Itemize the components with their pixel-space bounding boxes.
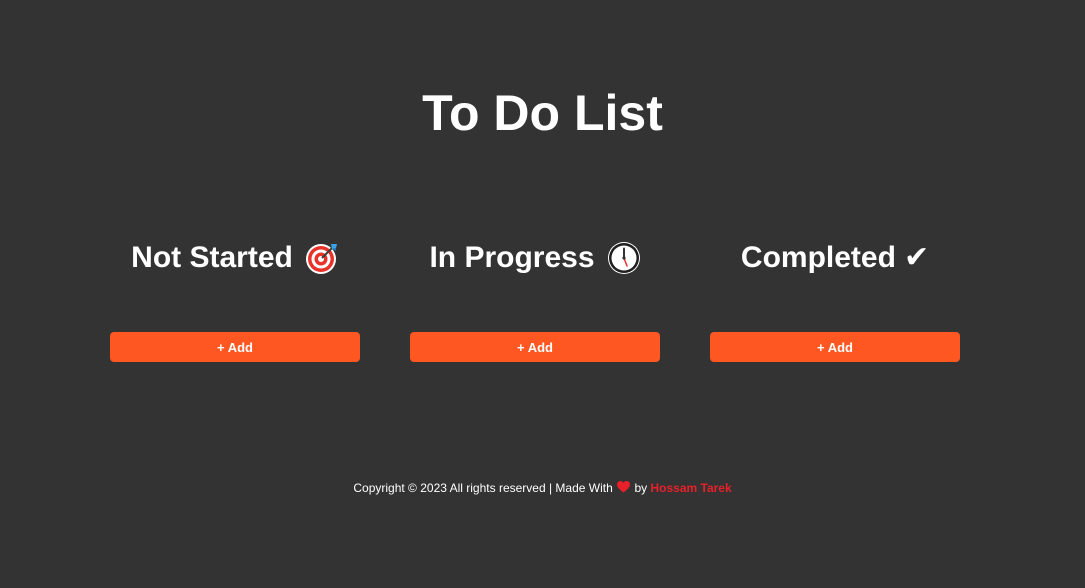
heart-icon <box>617 480 631 493</box>
column-not-started: Not Started + Add <box>110 236 360 366</box>
check-icon: ✔ <box>903 241 930 274</box>
column-completed: Completed ✔ + Add <box>710 236 960 366</box>
add-button-in-progress[interactable]: + Add <box>410 332 660 362</box>
page-title: To Do List <box>422 85 663 141</box>
add-button-not-started[interactable]: + Add <box>110 332 360 362</box>
column-title: Completed <box>740 241 896 274</box>
column-in-progress: In Progress + Add <box>410 236 660 366</box>
footer-by-text: by <box>634 481 648 495</box>
column-title: In Progress <box>429 241 595 274</box>
clock-icon <box>607 241 641 275</box>
footer: Copyright © 2023 All rights reserved | M… <box>0 479 1085 497</box>
todo-page: To Do List Not Started + Add In Progress… <box>0 0 1085 588</box>
copyright-text: Copyright © 2023 All rights reserved | M… <box>353 481 613 495</box>
add-button-completed[interactable]: + Add <box>710 332 960 362</box>
column-heading: In Progress <box>410 236 660 280</box>
column-heading: Completed ✔ <box>710 236 960 280</box>
column-title: Not Started <box>131 241 293 274</box>
column-heading: Not Started <box>110 236 360 280</box>
target-icon <box>305 241 339 275</box>
author-link[interactable]: Hossam Tarek <box>650 481 731 495</box>
